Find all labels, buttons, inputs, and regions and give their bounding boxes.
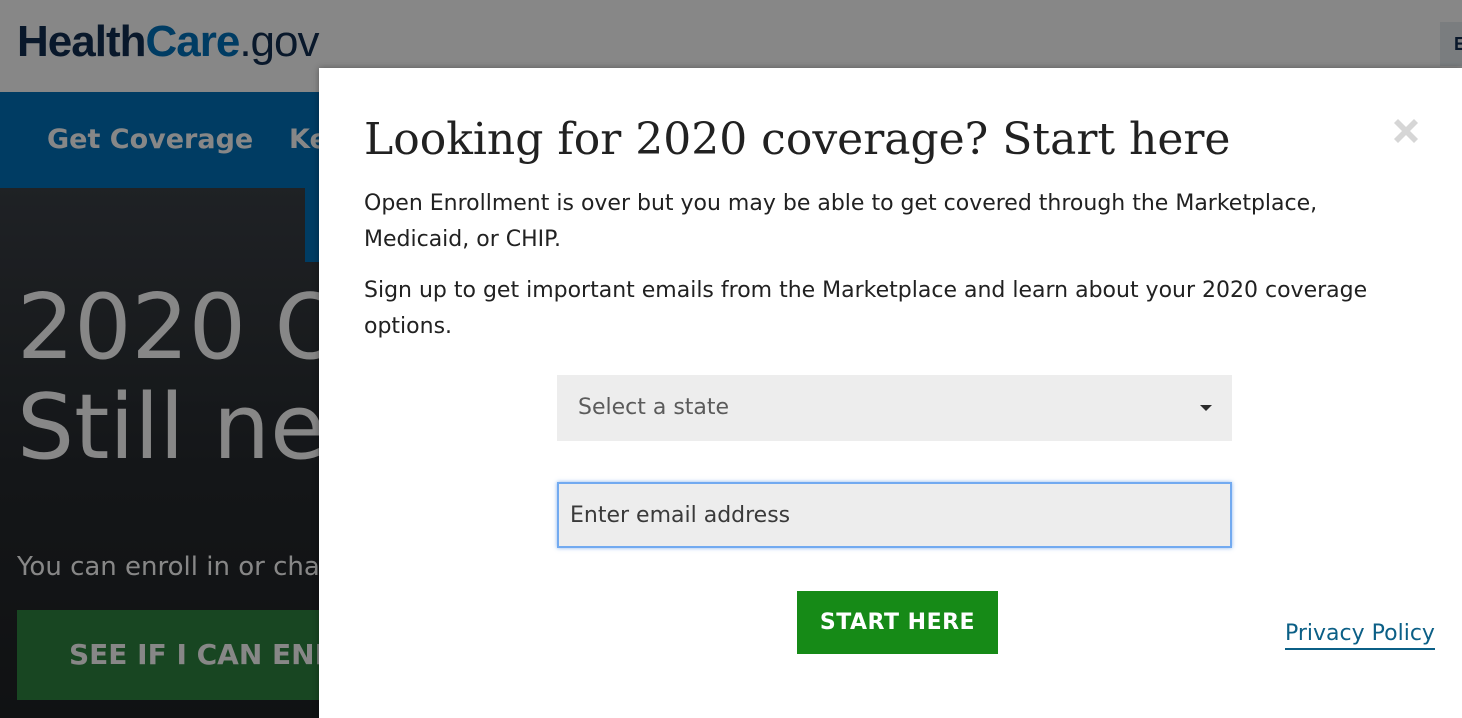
start-here-button[interactable]: START HERE — [797, 591, 998, 654]
coverage-modal: Looking for 2020 coverage? Start here Op… — [319, 68, 1462, 718]
close-icon-glyph — [1394, 119, 1418, 143]
page: HealthCare.gov E Get Coverage Ke 2020 Op… — [0, 0, 1462, 718]
email-input[interactable] — [557, 482, 1232, 548]
privacy-policy-link[interactable]: Privacy Policy — [1285, 620, 1435, 650]
modal-title: Looking for 2020 coverage? Start here — [364, 114, 1231, 165]
chevron-down-icon — [1200, 405, 1212, 411]
state-select-value: Select a state — [578, 395, 730, 420]
state-select[interactable]: Select a state — [557, 375, 1232, 441]
signup-info-text: Sign up to get important emails from the… — [364, 278, 1368, 339]
enrollment-info-text: Open Enrollment is over but you may be a… — [364, 191, 1318, 252]
close-icon[interactable] — [1387, 112, 1425, 150]
